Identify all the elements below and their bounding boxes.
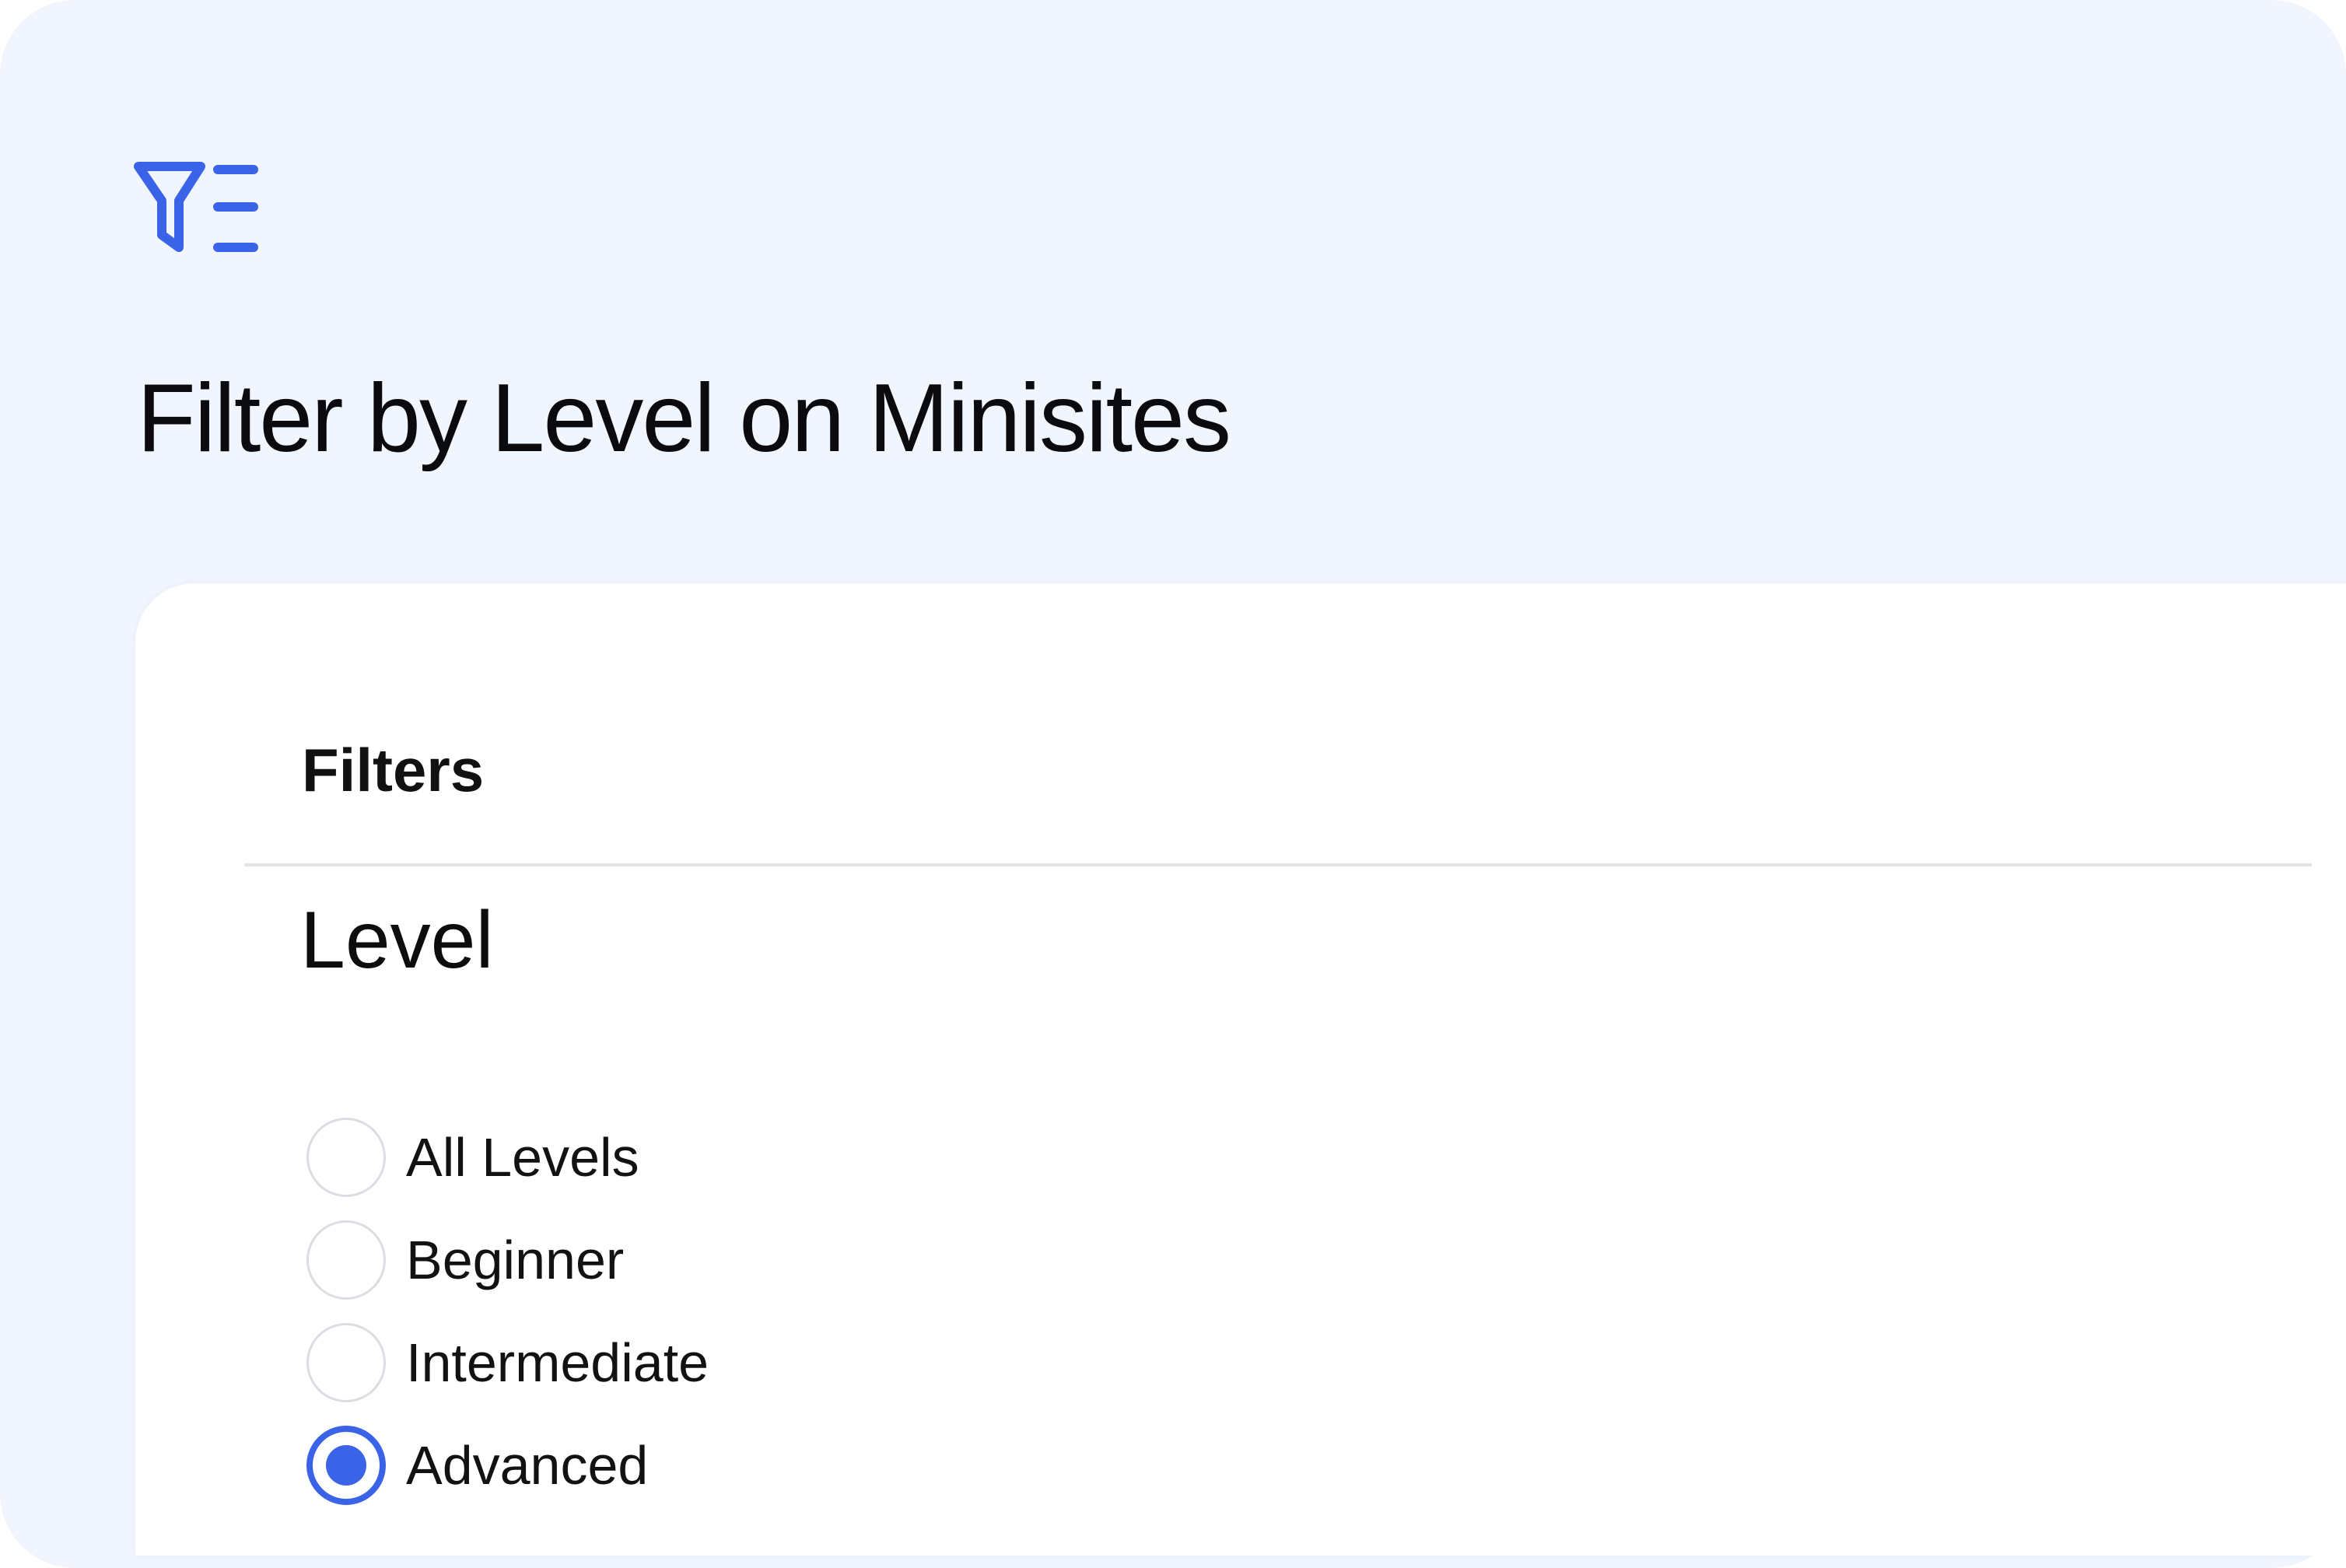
filters-panel: Filters Level All Levels Beginner Interm… bbox=[135, 583, 2346, 1556]
radio-option-advanced[interactable]: Advanced bbox=[306, 1414, 709, 1517]
filter-list-icon bbox=[134, 162, 258, 252]
level-section-title: Level bbox=[300, 895, 494, 985]
radio-option-all-levels[interactable]: All Levels bbox=[306, 1106, 709, 1209]
radio-button[interactable] bbox=[306, 1323, 386, 1402]
page-title: Filter by Level on Minisites bbox=[137, 365, 1231, 472]
radio-option-beginner[interactable]: Beginner bbox=[306, 1209, 709, 1311]
divider bbox=[244, 863, 2312, 866]
radio-option-intermediate[interactable]: Intermediate bbox=[306, 1311, 709, 1414]
radio-label[interactable]: Beginner bbox=[406, 1233, 624, 1287]
radio-label[interactable]: Intermediate bbox=[406, 1335, 709, 1390]
radio-button[interactable] bbox=[306, 1220, 386, 1300]
radio-label[interactable]: Advanced bbox=[406, 1438, 648, 1493]
filters-heading: Filters bbox=[302, 736, 485, 804]
radio-button[interactable] bbox=[306, 1118, 386, 1197]
radio-button[interactable] bbox=[306, 1426, 386, 1505]
level-radio-group: All Levels Beginner Intermediate Advance… bbox=[306, 1106, 709, 1517]
radio-selected-dot bbox=[326, 1445, 366, 1486]
app-frame: Filter by Level on Minisites Filters Lev… bbox=[0, 0, 2346, 1568]
radio-label[interactable]: All Levels bbox=[406, 1130, 639, 1185]
